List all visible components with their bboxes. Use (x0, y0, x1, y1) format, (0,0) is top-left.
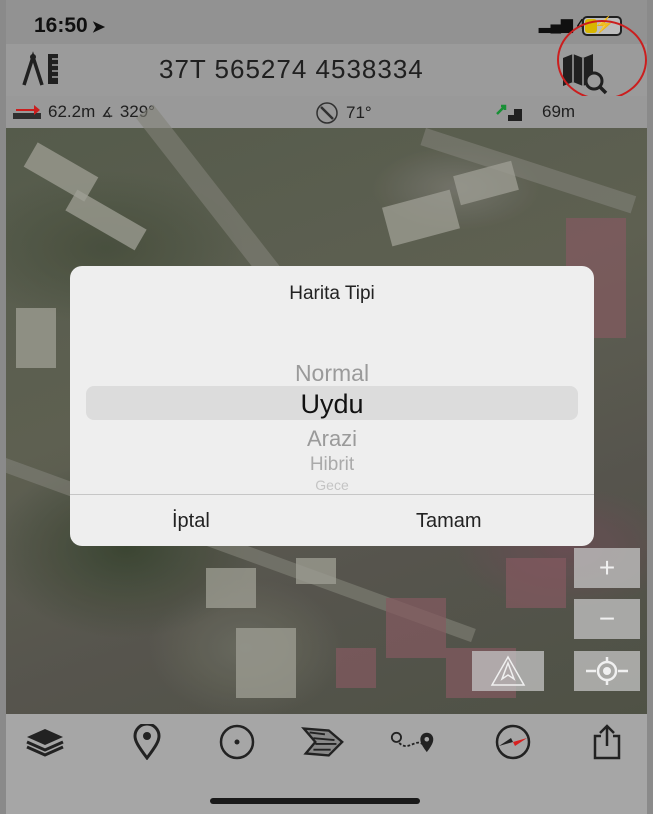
picker-option-hibrit[interactable]: Hibrit (70, 454, 594, 476)
picker-option-uydu[interactable]: Uydu (70, 389, 594, 420)
waypoint-button[interactable] (124, 722, 170, 762)
circle-area-button[interactable] (214, 722, 260, 762)
dialog-title: Harita Tipi (289, 283, 375, 304)
ok-button[interactable]: Tamam (416, 510, 482, 533)
route-icon (390, 731, 434, 753)
layers-icon (26, 729, 64, 757)
share-icon (593, 724, 621, 760)
layers-button[interactable] (22, 722, 68, 762)
picker-option-normal[interactable]: Normal (70, 360, 594, 387)
map-type-dialog: Harita Tipi Normal Uydu Arazi Hibrit Gec… (70, 266, 594, 546)
app-screen: 16:50➤ ▂▄▆ 4G ⚡ 37T 565274 4538334 (6, 0, 647, 814)
polygon-area-button[interactable] (300, 722, 346, 762)
map-type-picker[interactable]: Normal Uydu Arazi Hibrit Gece (70, 352, 594, 494)
compass-button[interactable] (490, 722, 536, 762)
route-button[interactable] (390, 722, 436, 762)
compass-rose-icon (495, 724, 531, 760)
cancel-button[interactable]: İptal (172, 510, 210, 533)
home-indicator[interactable] (210, 798, 420, 804)
polygon-icon (301, 727, 344, 757)
share-button[interactable] (584, 722, 630, 762)
circle-icon (219, 724, 255, 760)
dialog-divider (70, 494, 594, 495)
picker-option-gece[interactable]: Gece (70, 477, 594, 493)
picker-option-arazi[interactable]: Arazi (70, 426, 594, 452)
map-pin-icon (133, 724, 161, 760)
